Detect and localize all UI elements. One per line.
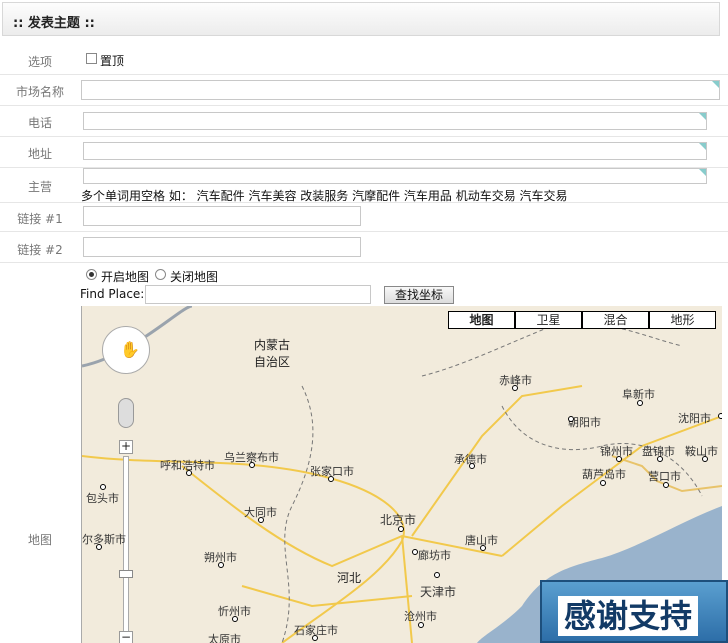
main-business-label: 主营 bbox=[27, 180, 52, 194]
city-marker bbox=[258, 517, 264, 523]
map-on-label: 开启地图 bbox=[101, 270, 150, 284]
sticky-label: 置顶 bbox=[100, 54, 125, 68]
find-place-label: Find Place: bbox=[80, 287, 145, 301]
city-label: 天津市 bbox=[420, 585, 457, 599]
pan-control[interactable]: ✋ bbox=[102, 326, 150, 374]
city-marker bbox=[218, 562, 224, 568]
main-business-input[interactable] bbox=[83, 168, 707, 184]
phone-row: 电话 bbox=[0, 106, 728, 137]
map-type-map[interactable]: 地图 bbox=[448, 311, 515, 329]
city-marker bbox=[657, 456, 663, 462]
city-marker bbox=[718, 413, 722, 419]
find-coordinates-button[interactable]: 查找坐标 bbox=[384, 286, 454, 304]
city-marker bbox=[568, 416, 574, 422]
options-row: 选项 置顶 bbox=[0, 44, 728, 75]
market-name-row: 市场名称 bbox=[0, 75, 728, 106]
address-label: 地址 bbox=[27, 147, 52, 161]
city-label: 北京市 bbox=[380, 513, 417, 527]
address-row: 地址 bbox=[0, 137, 728, 168]
link2-input[interactable] bbox=[83, 237, 361, 257]
city-marker bbox=[480, 545, 486, 551]
city-marker bbox=[663, 482, 669, 488]
city-marker bbox=[312, 635, 318, 641]
city-marker bbox=[512, 385, 518, 391]
map-label: 地图 bbox=[27, 533, 52, 547]
region-label: 内蒙古自治区 bbox=[253, 338, 290, 369]
hand-icon: ✋ bbox=[120, 340, 140, 359]
map-off-label: 关闭地图 bbox=[170, 270, 219, 284]
street-view-icon[interactable] bbox=[118, 398, 134, 428]
city-marker bbox=[637, 400, 643, 406]
page-title: :: 发表主题 :: bbox=[13, 16, 95, 31]
city-label: 太原市 bbox=[208, 633, 241, 643]
link2-row: 链接 #2 bbox=[0, 232, 728, 263]
address-input[interactable] bbox=[83, 142, 707, 160]
city-label: 沈阳市 bbox=[678, 412, 711, 425]
zoom-slider-handle[interactable] bbox=[119, 570, 133, 578]
page-header: :: 发表主题 :: bbox=[2, 2, 720, 36]
map-off-radio[interactable] bbox=[155, 269, 166, 280]
phone-input[interactable] bbox=[83, 112, 707, 130]
options-label: 选项 bbox=[27, 55, 52, 69]
main-business-row: 主营 多个单词用空格 如： 汽车配件 汽车美容 改装服务 汽摩配件 汽车用品 机… bbox=[0, 168, 728, 203]
city-label: 包头市 bbox=[86, 492, 119, 505]
city-marker bbox=[186, 470, 192, 476]
city-marker bbox=[249, 462, 255, 468]
map-type-satellite[interactable]: 卫星 bbox=[515, 311, 582, 329]
market-name-label: 市场名称 bbox=[15, 85, 64, 99]
map-type-hybrid[interactable]: 混合 bbox=[582, 311, 649, 329]
city-marker bbox=[328, 476, 334, 482]
city-label: 尔多斯市 bbox=[82, 533, 126, 546]
zoom-out-button[interactable]: − bbox=[119, 631, 133, 643]
map-type-terrain[interactable]: 地形 bbox=[649, 311, 716, 329]
thanks-banner-text: 感谢支持 bbox=[558, 596, 699, 636]
city-marker bbox=[232, 616, 238, 622]
city-marker bbox=[434, 572, 440, 578]
city-marker bbox=[418, 622, 424, 628]
city-marker bbox=[469, 463, 475, 469]
city-marker bbox=[616, 456, 622, 462]
city-marker bbox=[600, 480, 606, 486]
city-marker bbox=[100, 484, 106, 490]
city-marker bbox=[96, 544, 102, 550]
link2-label: 链接 #2 bbox=[17, 243, 63, 257]
map-on-radio[interactable] bbox=[86, 269, 97, 280]
city-marker bbox=[412, 549, 418, 555]
city-marker bbox=[398, 526, 404, 532]
sticky-checkbox[interactable] bbox=[86, 53, 97, 64]
main-business-hint: 多个单词用空格 如： 汽车配件 汽车美容 改装服务 汽摩配件 汽车用品 机动车交… bbox=[81, 189, 568, 203]
thanks-banner[interactable]: 感谢支持 bbox=[540, 580, 728, 643]
link1-input[interactable] bbox=[83, 206, 361, 226]
link1-label: 链接 #1 bbox=[17, 212, 63, 226]
market-name-input[interactable] bbox=[81, 80, 720, 100]
phone-label: 电话 bbox=[27, 116, 52, 130]
region-label: 河北 bbox=[337, 571, 362, 585]
city-label: 廊坊市 bbox=[418, 549, 451, 562]
link1-row: 链接 #1 bbox=[0, 203, 728, 232]
city-marker bbox=[702, 456, 708, 462]
find-place-input[interactable] bbox=[145, 285, 371, 304]
zoom-in-button[interactable]: + bbox=[119, 440, 133, 454]
